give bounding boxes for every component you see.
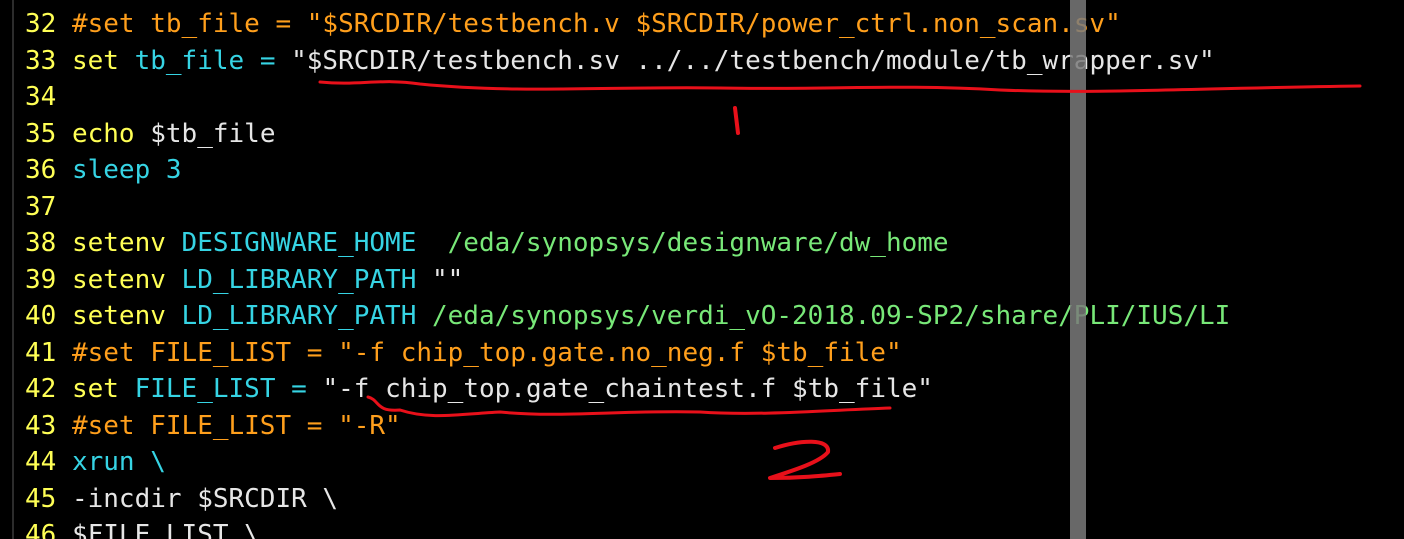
line-number: 40 (25, 301, 57, 331)
gutter-space (56, 119, 72, 149)
code-line[interactable]: 39 setenv LD_LIBRARY_PATH "" (25, 262, 1230, 299)
gutter-space (56, 192, 72, 222)
code-token: set (71, 374, 119, 404)
code-token: /eda/synopsys/verdi_vO-2018.09-SP2/share… (432, 301, 1231, 331)
code-token: DESIGNWARE_HOME (165, 228, 448, 258)
code-token: sleep (71, 155, 151, 185)
gutter-space (56, 520, 72, 539)
gutter-space (56, 301, 72, 331)
line-number: 44 (25, 447, 57, 477)
code-token: $tb_file (134, 118, 276, 149)
code-line[interactable]: 37 (25, 189, 1230, 226)
window-left-border (0, 0, 14, 539)
code-token: setenv (71, 264, 166, 295)
gutter-space (56, 228, 72, 258)
code-token: echo (71, 118, 135, 149)
terminal-editor[interactable]: 32 #set tb_file = "$SRCDIR/testbench.v $… (0, 0, 1404, 539)
gutter-space (56, 46, 72, 76)
line-number: 36 (25, 155, 57, 185)
gutter-space (56, 82, 72, 112)
code-line[interactable]: 32 #set tb_file = "$SRCDIR/testbench.v $… (25, 6, 1230, 43)
gutter-space (56, 411, 72, 441)
line-number: 39 (25, 264, 57, 295)
code-token: LD_LIBRARY_PATH (165, 264, 432, 295)
gutter-space (56, 155, 72, 185)
code-line[interactable]: 33 set tb_file = "$SRCDIR/testbench.sv .… (25, 43, 1230, 80)
code-token: setenv (71, 301, 166, 331)
line-number: 46 (25, 520, 57, 539)
code-token: FILE_LIST = (118, 374, 323, 404)
line-number: 37 (25, 191, 57, 222)
line-number: 32 (25, 9, 57, 39)
code-line[interactable]: 40 setenv LD_LIBRARY_PATH /eda/synopsys/… (25, 298, 1230, 335)
code-token: xrun \ (71, 447, 166, 477)
code-line[interactable]: 43 #set FILE_LIST = "-R" (25, 408, 1230, 445)
code-token: /eda/synopsys/designware/dw_home (447, 228, 949, 258)
code-token: $FILE LIST \ (71, 520, 260, 539)
code-line[interactable]: 34 (25, 79, 1230, 116)
gutter-space (56, 338, 72, 368)
code-token: -incdir $SRCDIR \ (71, 483, 339, 514)
code-line[interactable]: 35 echo $tb_file (25, 116, 1230, 153)
line-number: 42 (25, 374, 57, 404)
code-token: #set FILE_LIST = "-f chip_top.gate.no_ne… (71, 337, 902, 368)
code-token: LD_LIBRARY_PATH (165, 301, 432, 331)
vertical-scrollbar[interactable] (1070, 0, 1086, 539)
code-token: #set FILE_LIST = "-R" (71, 410, 401, 441)
code-line[interactable]: 44 xrun \ (25, 444, 1230, 481)
code-token: set (71, 45, 119, 76)
code-view[interactable]: 32 #set tb_file = "$SRCDIR/testbench.v $… (25, 6, 1230, 539)
gutter-space (56, 9, 72, 39)
code-line[interactable]: 38 setenv DESIGNWARE_HOME /eda/synopsys/… (25, 225, 1230, 262)
code-token: setenv (71, 228, 166, 258)
code-token: $tb_file" (776, 374, 933, 404)
line-number: 43 (25, 410, 57, 441)
gutter-space (56, 484, 72, 514)
line-number: 35 (25, 118, 57, 149)
line-number: 33 (25, 45, 57, 76)
line-number: 41 (25, 337, 57, 368)
gutter-space (56, 265, 72, 295)
code-line[interactable]: 45 -incdir $SRCDIR \ (25, 481, 1230, 518)
code-token: chip_top.gate_chaintest.f (385, 374, 777, 404)
code-line[interactable]: 41 #set FILE_LIST = "-f chip_top.gate.no… (25, 335, 1230, 372)
code-token: tb_file = (118, 45, 292, 76)
line-number: 34 (25, 82, 57, 112)
code-token: #set tb_file = "$SRCDIR/testbench.v $SRC… (71, 9, 1121, 39)
gutter-space (56, 447, 72, 477)
line-number: 45 (25, 483, 57, 514)
code-line[interactable]: 36 sleep 3 (25, 152, 1230, 189)
code-line[interactable]: 42 set FILE_LIST = "-f chip_top.gate_cha… (25, 371, 1230, 408)
code-token: "" (432, 264, 464, 295)
line-number: 38 (25, 228, 57, 258)
gutter-space (56, 374, 72, 404)
code-token: "-f (322, 374, 386, 404)
code-line[interactable]: 46 $FILE LIST \ (25, 517, 1230, 539)
code-token: 3 (150, 155, 182, 185)
